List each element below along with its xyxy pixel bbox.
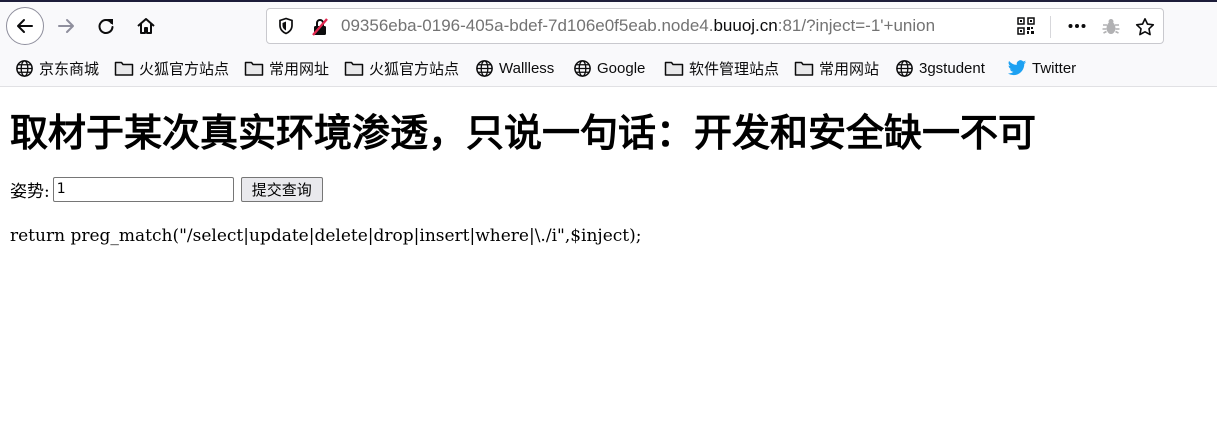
bookmark-label: 3gstudent [919,59,985,77]
back-icon [17,19,33,33]
bookmark-folder[interactable]: 常用网站 [794,58,879,78]
url-text[interactable]: 09356eba-0196-405a-bdef-7d106e0f5eab.nod… [341,16,1011,36]
reload-icon [98,19,114,34]
navigation-toolbar: 09356eba-0196-405a-bdef-7d106e0f5eab.nod… [0,2,1217,51]
bookmark-item[interactable]: Google [572,58,645,78]
bookmark-folder[interactable]: 软件管理站点 [664,58,779,78]
url-separator [1050,16,1051,38]
globe-icon [894,58,914,78]
bookmark-folder[interactable]: 火狐官方站点 [344,58,459,78]
folder-icon [344,58,364,78]
globe-icon [572,58,592,78]
url-domain: buuoj.cn [713,16,778,35]
qr-code-icon[interactable] [1017,17,1035,39]
globe-icon [474,58,494,78]
bookmark-folder[interactable]: 火狐官方站点 [114,58,229,78]
url-suffix: :81/?inject=-1'+union [777,16,936,35]
insecure-lock-icon[interactable] [310,17,330,41]
more-icon[interactable] [1067,16,1087,40]
bookmark-label: 常用网址 [269,60,330,78]
bookmark-item[interactable]: Wallless [474,58,554,78]
bookmark-label: Twitter [1032,59,1077,77]
folder-icon [664,58,684,78]
form-label: 姿势: [10,181,50,202]
bookmark-label: Wallless [499,59,555,77]
bookmark-item[interactable]: 京东商城 [14,58,99,78]
globe-icon [14,58,34,78]
bookmark-label: 火狐官方站点 [139,60,230,78]
home-button[interactable] [128,8,164,44]
bookmark-item[interactable]: 3gstudent [894,58,985,78]
url-fade [967,11,1017,41]
twitter-icon [1007,58,1027,78]
page-title: 取材于某次真实环境渗透，只说一句话：开发和安全缺一不可 [10,111,1037,155]
bookmark-label: Google [597,59,646,77]
shield-icon[interactable] [277,17,295,39]
url-prefix: 09356eba-0196-405a-bdef-7d106e0f5eab.nod… [341,16,714,35]
bookmarks-toolbar: 京东商城 火狐官方站点 常用网址 火狐官方站点 Wallless Google … [0,51,1217,87]
forward-button[interactable] [48,8,84,44]
bookmark-label: 京东商城 [39,60,100,78]
inject-form: 姿势: 提交查询 [10,176,323,202]
bookmark-item[interactable]: Twitter [1007,58,1076,78]
submit-button[interactable]: 提交查询 [240,176,323,202]
inject-input[interactable] [52,176,234,202]
reload-button[interactable] [88,8,124,44]
extension-bug-icon[interactable] [1101,17,1121,41]
back-button[interactable] [6,7,44,45]
bookmark-label: 火狐官方站点 [369,60,460,78]
home-icon [137,18,155,34]
code-hint: return preg_match("/select|update|delete… [10,226,642,246]
bookmark-folder[interactable]: 常用网址 [244,58,329,78]
address-bar[interactable]: 09356eba-0196-405a-bdef-7d106e0f5eab.nod… [266,8,1164,44]
folder-icon [244,58,264,78]
forward-icon [58,19,74,33]
bookmark-label: 常用网站 [819,60,880,78]
bookmark-label: 软件管理站点 [689,60,780,78]
folder-icon [794,58,814,78]
star-icon[interactable] [1135,17,1155,41]
folder-icon [114,58,134,78]
